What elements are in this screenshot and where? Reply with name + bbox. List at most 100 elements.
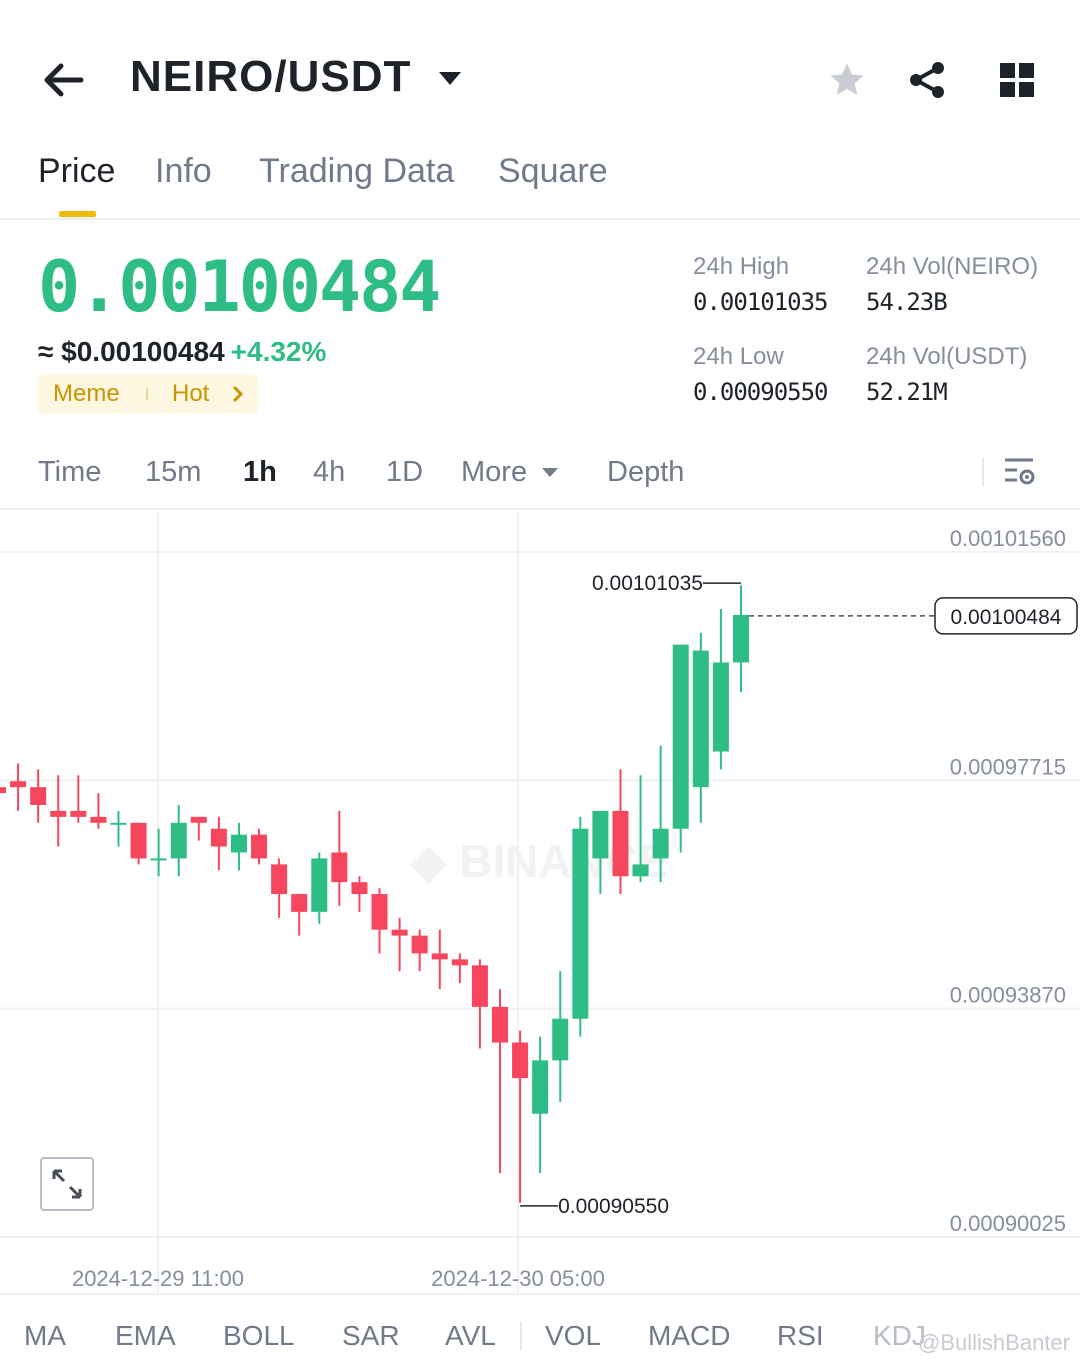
candle-body — [431, 953, 448, 960]
candle-body — [532, 1060, 549, 1114]
tag-divider — [146, 388, 148, 400]
candle-body — [90, 816, 107, 823]
candle-body — [110, 822, 127, 825]
candlestick-chart[interactable]: 0.00101560 0.00097715 0.00093870 0.00090025… — [0, 512, 1080, 1292]
tab-trading-data[interactable]: Trading Data — [259, 152, 454, 191]
low-marker-label: 0.00090550 — [558, 1195, 669, 1218]
tag-meme[interactable]: Meme — [53, 380, 120, 408]
last-price-label: 0.00100484 — [951, 606, 1062, 629]
star-icon — [830, 63, 864, 95]
ind-boll[interactable]: BOLL — [223, 1320, 295, 1352]
last-price: 0.00100484 — [38, 246, 441, 328]
ind-avl[interactable]: AVL — [445, 1320, 496, 1352]
tf-more[interactable]: More — [461, 456, 559, 489]
fiat-price: ≈ $0.00100484 +4.32% — [38, 336, 326, 368]
vol-base-label: 24h Vol(NEIRO) — [866, 253, 1039, 280]
y-tick-label: 0.00090025 — [950, 1211, 1066, 1236]
candle-body — [130, 822, 147, 859]
candle-body — [552, 1018, 569, 1061]
tab-price[interactable]: Price — [38, 152, 115, 191]
back-button[interactable] — [38, 55, 88, 105]
toolbar-divider — [982, 458, 984, 486]
candle-body — [271, 864, 288, 895]
candle-body — [30, 787, 47, 805]
candle-body — [732, 614, 749, 663]
low-label: 24h Low — [693, 343, 784, 370]
candle-body — [170, 822, 187, 859]
tf-4h[interactable]: 4h — [313, 456, 345, 489]
candle-body — [371, 894, 388, 930]
caret-down-icon — [542, 468, 559, 478]
tf-1d[interactable]: 1D — [386, 456, 423, 489]
candle-body — [391, 929, 408, 936]
candle-body — [492, 1006, 508, 1043]
pair-selector[interactable]: NEIRO/USDT — [130, 52, 463, 102]
active-tab-indicator — [59, 211, 96, 217]
high-marker-label: 0.00101035 — [592, 572, 703, 595]
tf-time[interactable]: Time — [38, 456, 101, 489]
candle-body — [652, 828, 669, 859]
ind-sar[interactable]: SAR — [342, 1320, 400, 1352]
candle-body — [50, 810, 67, 817]
tag-hot[interactable]: Hot — [172, 380, 209, 408]
ind-rsi[interactable]: RSI — [777, 1320, 824, 1352]
tf-more-label: More — [461, 456, 528, 488]
grid-icon — [1000, 63, 1034, 97]
candle-body — [311, 858, 328, 912]
candle-body — [692, 650, 709, 788]
tab-square[interactable]: Square — [498, 152, 608, 191]
indicator-divider — [520, 1322, 522, 1350]
candle-body — [471, 965, 488, 1007]
fiat-value: ≈ $0.00100484 — [38, 336, 225, 367]
high-value: 0.00101035 — [693, 288, 828, 316]
share-button[interactable] — [903, 55, 953, 105]
watermark: @BullishBanter — [918, 1330, 1070, 1355]
ind-macd[interactable]: MACD — [648, 1320, 730, 1352]
candle-body — [0, 787, 6, 794]
ind-vol[interactable]: VOL — [545, 1320, 601, 1352]
caret-down-icon — [438, 72, 461, 86]
candle-body — [632, 864, 649, 877]
tf-15m[interactable]: 15m — [145, 456, 201, 489]
x-tick-label: 2024-12-29 11:00 — [72, 1266, 244, 1291]
chart-settings-button[interactable] — [1000, 452, 1040, 492]
candle-body — [230, 834, 247, 853]
high-label: 24h High — [693, 253, 790, 280]
expand-icon — [52, 1169, 82, 1199]
candle-body — [451, 959, 468, 966]
candle-body — [592, 810, 609, 859]
vol-quote-label: 24h Vol(USDT) — [866, 343, 1028, 370]
favorite-button[interactable] — [822, 55, 872, 105]
vol-base-value: 54.23B — [866, 288, 948, 316]
candle-body — [331, 852, 348, 883]
y-tick-label: 0.00097715 — [950, 754, 1066, 779]
candle-body — [291, 894, 308, 912]
low-value: 0.00090550 — [693, 378, 828, 406]
candle-body — [251, 834, 268, 859]
tabs-divider — [0, 218, 1080, 220]
ind-ma[interactable]: MA — [24, 1320, 66, 1352]
layout-button[interactable] — [992, 55, 1042, 105]
x-tick-label: 2024-12-30 05:00 — [431, 1266, 605, 1291]
candle-body — [612, 810, 629, 877]
candle-body — [210, 828, 227, 847]
chart-settings-icon — [1005, 458, 1035, 485]
candle-body — [70, 810, 87, 817]
candle-body — [712, 662, 729, 752]
pair-title: NEIRO/USDT — [130, 52, 412, 101]
candle-body — [150, 858, 167, 861]
chart-bottom-divider — [0, 1293, 1080, 1295]
ind-ema[interactable]: EMA — [115, 1320, 176, 1352]
expand-chart-button[interactable] — [40, 1157, 94, 1211]
chart-watermark: ◆ BINANCE — [410, 835, 669, 887]
back-arrow-icon — [44, 63, 84, 97]
tf-depth[interactable]: Depth — [607, 456, 684, 489]
candle-body — [572, 828, 589, 1019]
candle-body — [351, 882, 368, 895]
tab-info[interactable]: Info — [155, 152, 212, 191]
tf-1h[interactable]: 1h — [243, 456, 277, 489]
vol-quote-value: 52.21M — [866, 378, 948, 406]
toolbar-divider-line — [0, 508, 1080, 510]
candle-body — [10, 781, 27, 788]
candle-body — [512, 1042, 529, 1079]
